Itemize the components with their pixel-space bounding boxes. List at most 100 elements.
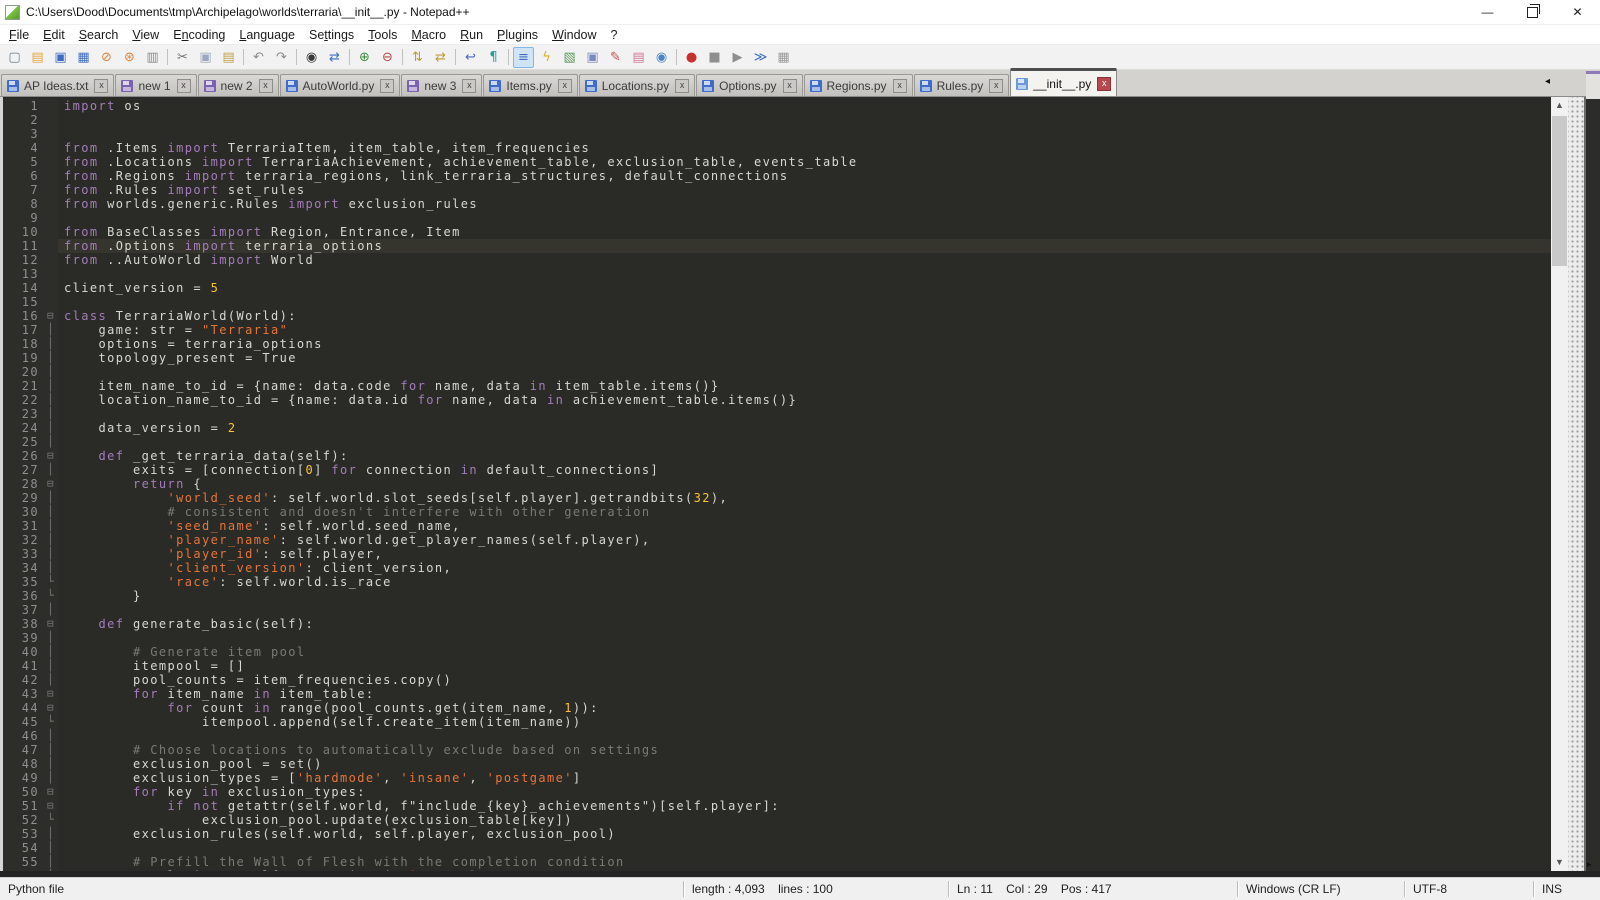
code-line[interactable]: 12from ..AutoWorld import World — [3, 253, 1551, 267]
code-line[interactable]: 26⊟ def _get_terraria_data(self): — [3, 449, 1551, 463]
code-line[interactable]: 56│ completion = self.create_item("Victo… — [3, 869, 1551, 871]
sync-vertical-icon[interactable]: ⇅ — [407, 47, 428, 68]
menu-item-file[interactable]: File — [2, 27, 36, 43]
restore-button[interactable] — [1510, 0, 1555, 24]
tab-close-icon[interactable]: x — [462, 79, 476, 93]
run-macro-multiple-icon[interactable]: ≫ — [750, 47, 771, 68]
menu-item-edit[interactable]: Edit — [36, 27, 72, 43]
replace-icon[interactable]: ⇄ — [324, 47, 345, 68]
redo-icon[interactable]: ↷ — [271, 47, 292, 68]
tab-init-py[interactable]: __init__.pyx — [1010, 68, 1117, 96]
code-line[interactable]: 30│ # consistent and doesn't interfere w… — [3, 505, 1551, 519]
tab-items-py[interactable]: Items.pyx — [483, 74, 577, 96]
code-line[interactable]: 18│ options = terraria_options — [3, 337, 1551, 351]
tab-options-py[interactable]: Options.pyx — [696, 74, 802, 96]
close-file-icon[interactable]: ⊘ — [96, 47, 117, 68]
close-all-icon[interactable]: ⊛ — [119, 47, 140, 68]
code-line[interactable]: 20│ — [3, 365, 1551, 379]
code-line[interactable]: 8from worlds.generic.Rules import exclus… — [3, 197, 1551, 211]
new-file-icon[interactable]: ▢ — [4, 47, 25, 68]
code-line[interactable]: 46│ — [3, 729, 1551, 743]
save-all-icon[interactable]: ▦ — [73, 47, 94, 68]
tab-regions-py[interactable]: Regions.pyx — [804, 74, 913, 96]
fold-marker-icon[interactable]: ⊟ — [44, 449, 58, 463]
code-line[interactable]: 2 — [3, 113, 1551, 127]
code-line[interactable]: 15 — [3, 295, 1551, 309]
menu-item-window[interactable]: Window — [545, 27, 603, 43]
paste-icon[interactable]: ▤ — [218, 47, 239, 68]
code-line[interactable]: 13 — [3, 267, 1551, 281]
word-wrap-icon[interactable]: ↩ — [460, 47, 481, 68]
code-line[interactable]: 22│ location_name_to_id = {name: data.id… — [3, 393, 1551, 407]
stop-macro-icon[interactable]: ■ — [704, 47, 725, 68]
tab-autoworld-py[interactable]: AutoWorld.pyx — [280, 74, 401, 96]
code-line[interactable]: 50⊟ for key in exclusion_types: — [3, 785, 1551, 799]
code-line[interactable]: 29│ 'world_seed': self.world.slot_seeds[… — [3, 491, 1551, 505]
code-line[interactable]: 31│ 'seed_name': self.world.seed_name, — [3, 519, 1551, 533]
code-line[interactable]: 55│ # Prefill the Wall of Flesh with the… — [3, 855, 1551, 869]
tab-close-icon[interactable]: x — [177, 79, 191, 93]
code-line[interactable]: 42│ pool_counts = item_frequencies.copy(… — [3, 673, 1551, 687]
menu-item-settings[interactable]: Settings — [302, 27, 361, 43]
code-line[interactable]: 25│ — [3, 435, 1551, 449]
cut-icon[interactable]: ✂ — [172, 47, 193, 68]
code-line[interactable]: 48│ exclusion_pool = set() — [3, 757, 1551, 771]
edit-marker-icon[interactable]: ✎ — [605, 47, 626, 68]
code-line[interactable]: 38⊟ def generate_basic(self): — [3, 617, 1551, 631]
save-icon[interactable]: ▣ — [50, 47, 71, 68]
document-list-icon[interactable]: ▣ — [582, 47, 603, 68]
tab-close-icon[interactable]: x — [675, 79, 689, 93]
code-line[interactable]: 52└ exclusion_pool.update(exclusion_tabl… — [3, 813, 1551, 827]
code-line[interactable]: 53│ exclusion_rules(self.world, self.pla… — [3, 827, 1551, 841]
code-line[interactable]: 3 — [3, 127, 1551, 141]
tab-new-2[interactable]: new 2x — [198, 74, 279, 96]
code-line[interactable]: 7from .Rules import set_rules — [3, 183, 1551, 197]
code-line[interactable]: 36└ } — [3, 589, 1551, 603]
copy-icon[interactable]: ▣ — [195, 47, 216, 68]
code-line[interactable]: 5from .Locations import TerrariaAchievem… — [3, 155, 1551, 169]
open-folder-icon[interactable]: ▤ — [27, 47, 48, 68]
fold-marker-icon[interactable]: ⊟ — [44, 799, 58, 813]
tab-close-icon[interactable]: x — [380, 79, 394, 93]
menu-item-encoding[interactable]: Encoding — [166, 27, 232, 43]
tab-ap-ideas-txt[interactable]: AP Ideas.txtx — [1, 74, 114, 96]
scroll-up-icon[interactable]: ▲ — [1551, 97, 1568, 114]
code-line[interactable]: 47│ # Choose locations to automatically … — [3, 743, 1551, 757]
menu-item-macro[interactable]: Macro — [404, 27, 453, 43]
vertical-scrollbar[interactable]: ▲ ▼ — [1551, 97, 1568, 871]
undo-icon[interactable]: ↶ — [248, 47, 269, 68]
file-monitoring-icon[interactable]: ◉ — [651, 47, 672, 68]
zoom-out-icon[interactable]: ⊖ — [377, 47, 398, 68]
view-splitter[interactable] — [1568, 97, 1584, 871]
function-list-icon[interactable]: ϟ — [536, 47, 557, 68]
tab-close-icon[interactable]: x — [1097, 77, 1111, 91]
code-line[interactable]: 19│ topology_present = True — [3, 351, 1551, 365]
menu-item-tools[interactable]: Tools — [361, 27, 404, 43]
tab-close-icon[interactable]: x — [989, 79, 1003, 93]
menu-item-view[interactable]: View — [125, 27, 166, 43]
menu-item-[interactable]: ? — [604, 27, 625, 43]
code-line[interactable]: 35└ 'race': self.world.is_race — [3, 575, 1551, 589]
show-all-chars-icon[interactable]: ¶ — [483, 47, 504, 68]
find-icon[interactable]: ◉ — [301, 47, 322, 68]
code-line[interactable]: 10from BaseClasses import Region, Entran… — [3, 225, 1551, 239]
print-icon[interactable]: ▥ — [142, 47, 163, 68]
minimize-button[interactable]: — — [1465, 0, 1510, 24]
code-editor[interactable]: 1import os234from .Items import Terraria… — [0, 97, 1551, 871]
code-line[interactable]: 44⊟ for count in range(pool_counts.get(i… — [3, 701, 1551, 715]
fold-marker-icon[interactable]: ⊟ — [44, 701, 58, 715]
play-macro-icon[interactable]: ▶ — [727, 47, 748, 68]
code-line[interactable]: 49│ exclusion_types = ['hardmode', 'insa… — [3, 771, 1551, 785]
code-line[interactable]: 43⊟ for item_name in item_table: — [3, 687, 1551, 701]
tab-new-3[interactable]: new 3x — [401, 74, 482, 96]
tab-close-icon[interactable]: x — [783, 79, 797, 93]
code-line[interactable]: 24│ data_version = 2 — [3, 421, 1551, 435]
folder-workspace-icon[interactable]: ▤ — [628, 47, 649, 68]
scroll-down-icon[interactable]: ▼ — [1551, 854, 1568, 871]
menu-item-search[interactable]: Search — [72, 27, 126, 43]
tab-close-icon[interactable]: x — [893, 79, 907, 93]
code-line[interactable]: 27│ exits = [connection[0] for connectio… — [3, 463, 1551, 477]
menu-item-plugins[interactable]: Plugins — [490, 27, 545, 43]
code-line[interactable]: 14client_version = 5 — [3, 281, 1551, 295]
code-line[interactable]: 6from .Regions import terraria_regions, … — [3, 169, 1551, 183]
